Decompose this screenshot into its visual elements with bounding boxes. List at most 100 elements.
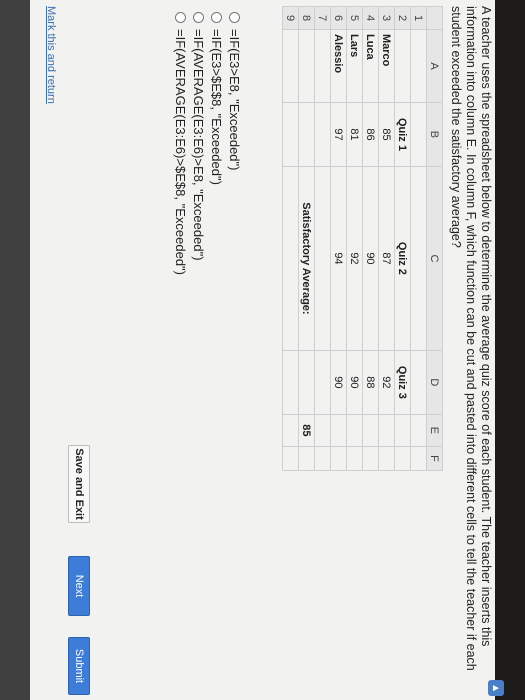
column-header-a: A: [426, 29, 443, 103]
table-cell: [282, 166, 299, 351]
column-header-e: E: [426, 414, 443, 447]
radio-button[interactable]: [175, 12, 186, 23]
table-cell: 92: [346, 166, 363, 351]
radio-button[interactable]: [193, 12, 204, 23]
row-number: 2: [394, 6, 411, 30]
table-cell: [282, 29, 299, 103]
column-header-row: A B C D E F: [426, 6, 443, 471]
table-cell: [410, 350, 427, 415]
answer-option-label: =IF(E3>$E$8, "Exceeded"): [209, 29, 224, 185]
table-cell: [330, 414, 347, 447]
answer-option-2[interactable]: =IF(E3>$E$8, "Exceeded"): [208, 12, 225, 275]
table-cell: [282, 414, 299, 447]
table-cell: 97: [330, 102, 347, 167]
table-row: 3 Marco 85 87 92: [378, 6, 395, 471]
table-cell: [378, 414, 395, 447]
table-row: 5 Lars 81 92 90: [346, 6, 363, 471]
table-row: 7: [314, 6, 331, 471]
table-cell: 85: [298, 414, 315, 447]
row-number: 8: [298, 6, 315, 30]
table-row: 2 Quiz 1 Quiz 2 Quiz 3: [394, 6, 411, 471]
corner-cell: [426, 6, 443, 30]
table-cell: 81: [346, 102, 363, 167]
row-number: 5: [346, 6, 363, 30]
table-cell: [362, 446, 379, 471]
answer-option-label: =IF(E3>E8, "Exceeded"): [227, 29, 242, 171]
table-cell: [410, 414, 427, 447]
table-cell: 88: [362, 350, 379, 415]
table-cell: 90: [362, 166, 379, 351]
table-row: 6 Alessio 97 94 90: [330, 6, 347, 471]
answer-option-4[interactable]: =IF(AVERAGE(E3:E6)>$E$8, "Exceeded"): [172, 12, 189, 275]
save-and-exit-button[interactable]: Save and Exit: [68, 445, 90, 523]
table-cell: Alessio: [330, 29, 347, 103]
table-row: 8 Satisfactory Average: 85: [298, 6, 315, 471]
table-cell: [282, 102, 299, 167]
row-number: 3: [378, 6, 395, 30]
table-cell: [394, 29, 411, 103]
radio-button[interactable]: [229, 12, 240, 23]
answer-options: =IF(E3>E8, "Exceeded") =IF(E3>$E$8, "Exc…: [171, 12, 243, 275]
table-cell: 90: [346, 350, 363, 415]
table-cell: 90: [330, 350, 347, 415]
table-cell: Quiz 3: [394, 350, 411, 415]
table-row: 9: [282, 6, 299, 471]
table-cell: [282, 446, 299, 471]
column-header-c: C: [426, 166, 443, 351]
spreadsheet-table: A B C D E F 1 2 Quiz 1 Quiz 2 Quiz 3 3 M…: [282, 6, 443, 471]
app-icon[interactable]: ►: [488, 680, 504, 696]
table-cell: [410, 29, 427, 103]
question-text: A teacher uses the spreadsheet below to …: [449, 6, 493, 671]
table-cell: 85: [378, 102, 395, 167]
table-cell: Luca: [362, 29, 379, 103]
table-cell: [314, 29, 331, 103]
quiz-screen: A teacher uses the spreadsheet below to …: [0, 0, 495, 700]
table-cell: [378, 446, 395, 471]
table-cell: 87: [378, 166, 395, 351]
table-cell: Marco: [378, 29, 395, 103]
table-cell: [282, 350, 299, 415]
row-number: 7: [314, 6, 331, 30]
row-number: 1: [410, 6, 427, 30]
row-number: 9: [282, 6, 299, 30]
mark-and-return-link[interactable]: Mark this and return: [45, 6, 57, 104]
table-cell: Lars: [346, 29, 363, 103]
table-cell: [394, 446, 411, 471]
answer-option-1[interactable]: =IF(E3>E8, "Exceeded"): [226, 12, 243, 275]
table-cell: 92: [378, 350, 395, 415]
radio-button[interactable]: [211, 12, 222, 23]
table-row: 1: [410, 6, 427, 471]
row-number: 4: [362, 6, 379, 30]
answer-option-3[interactable]: =IF(AVERAGE(E3:E6)>E8, "Exceeded"): [190, 12, 207, 275]
row-number: 6: [330, 6, 347, 30]
table-cell: [410, 166, 427, 351]
taskbar: [0, 0, 30, 700]
answer-option-label: =IF(AVERAGE(E3:E6)>$E$8, "Exceeded"): [173, 29, 188, 275]
column-header-b: B: [426, 102, 443, 167]
table-cell: [410, 102, 427, 167]
answer-option-label: =IF(AVERAGE(E3:E6)>E8, "Exceeded"): [191, 29, 206, 261]
table-cell: [346, 446, 363, 471]
table-cell: [410, 446, 427, 471]
submit-button[interactable]: Submit: [68, 637, 90, 695]
table-cell: [298, 446, 315, 471]
column-header-d: D: [426, 350, 443, 415]
table-cell: [298, 102, 315, 167]
table-cell: Quiz 2: [394, 166, 411, 351]
table-cell: [314, 350, 331, 415]
table-cell: Satisfactory Average:: [298, 166, 315, 351]
table-cell: 94: [330, 166, 347, 351]
table-cell: [394, 414, 411, 447]
table-cell: [298, 29, 315, 103]
table-cell: [314, 102, 331, 167]
table-cell: [314, 166, 331, 351]
table-cell: Quiz 1: [394, 102, 411, 167]
table-cell: [298, 350, 315, 415]
table-cell: [362, 414, 379, 447]
table-cell: [346, 414, 363, 447]
table-cell: [314, 446, 331, 471]
table-row: 4 Luca 86 90 88: [362, 6, 379, 471]
table-cell: 86: [362, 102, 379, 167]
next-button[interactable]: Next: [68, 556, 90, 616]
table-cell: [330, 446, 347, 471]
